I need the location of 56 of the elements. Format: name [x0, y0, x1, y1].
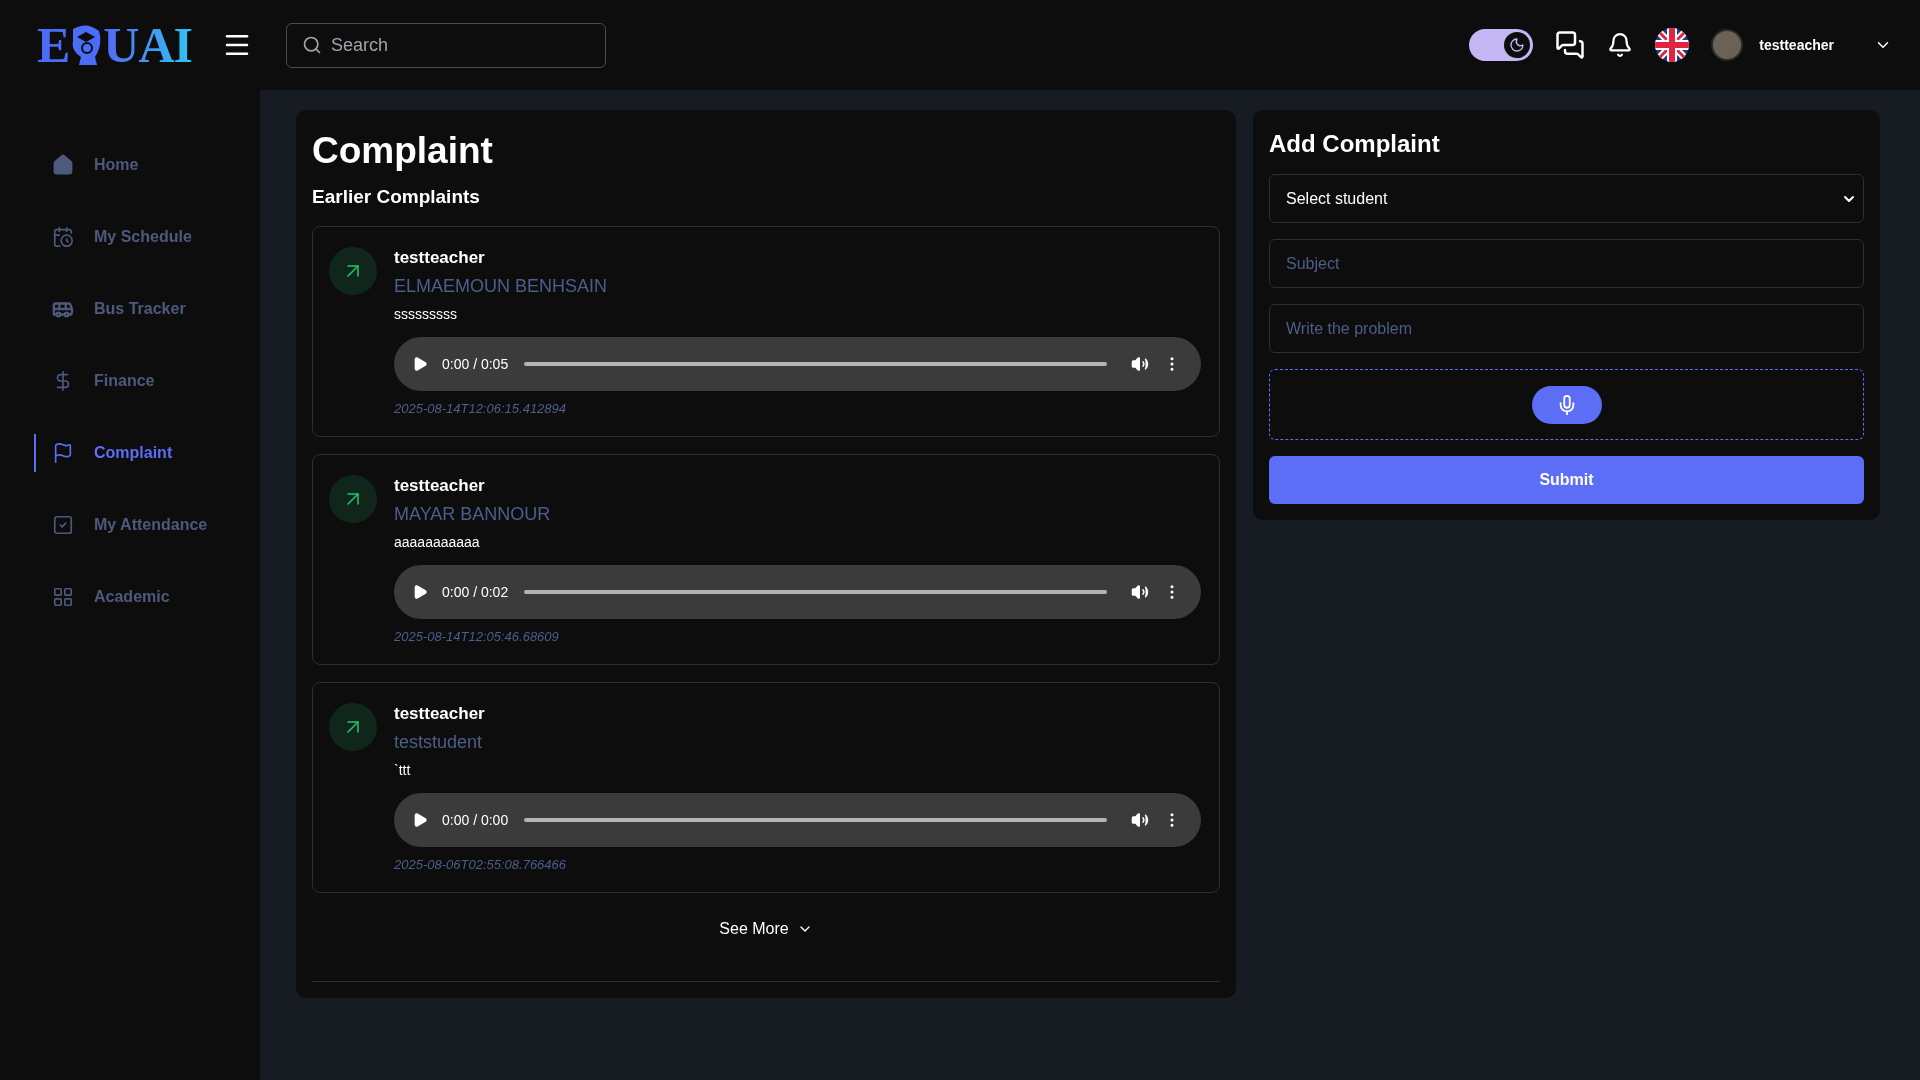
timestamp: 2025-08-06T02:55:08.766466	[394, 857, 568, 872]
grid-icon	[52, 586, 74, 608]
student-name: teststudent	[394, 731, 484, 753]
audio-track[interactable]	[524, 362, 1107, 366]
arrow-up-right-icon	[329, 475, 377, 523]
play-icon[interactable]	[412, 584, 428, 600]
student-name: ELMAEMOUN BENHSAIN	[394, 275, 609, 297]
author-name: testteacher	[394, 475, 486, 497]
complaint-text: sssssssss	[394, 305, 458, 323]
sidebar-item[interactable]: Academic	[34, 578, 260, 616]
audio-track[interactable]	[524, 590, 1107, 594]
flag-icon	[52, 442, 74, 464]
moon-icon	[1509, 37, 1526, 53]
author-name: testteacher	[394, 703, 486, 725]
subject-field[interactable]: Subject	[1269, 239, 1864, 288]
volume-icon[interactable]	[1131, 583, 1149, 601]
audio-time: 0:00 / 0:00	[442, 812, 509, 828]
play-icon[interactable]	[412, 812, 428, 828]
user-name[interactable]: testteacher	[1759, 37, 1834, 53]
audio-time: 0:00 / 0:05	[442, 356, 509, 372]
sidebar-item[interactable]: Bus Tracker	[34, 290, 260, 328]
search-icon	[302, 34, 323, 55]
volume-icon[interactable]	[1131, 355, 1149, 373]
theme-toggle[interactable]	[1469, 29, 1534, 61]
sidebar-item[interactable]: Home	[34, 146, 260, 184]
sidebar-item[interactable]: My Attendance	[34, 506, 260, 544]
section-title: Earlier Complaints	[312, 186, 481, 208]
student-select[interactable]: Select student	[1269, 174, 1864, 223]
play-icon[interactable]	[412, 356, 428, 372]
calendar-clock-icon	[52, 226, 74, 248]
search-field[interactable]: Search	[286, 22, 607, 68]
microphone-button[interactable]	[1531, 385, 1602, 424]
timestamp: 2025-08-14T12:05:46.68609	[394, 629, 560, 644]
submit-button[interactable]: Submit	[1269, 456, 1864, 504]
avatar[interactable]	[1711, 29, 1744, 61]
author-name: testteacher	[394, 247, 486, 269]
problem-field[interactable]: Write the problem	[1269, 304, 1864, 353]
volume-icon[interactable]	[1131, 811, 1149, 829]
flag-icon[interactable]	[1655, 28, 1690, 62]
see-more-button[interactable]: See More	[713, 919, 819, 939]
bell-icon[interactable]	[1607, 32, 1634, 58]
student-name: MAYAR BANNOUR	[394, 503, 552, 525]
complaint-text: `ttt	[394, 761, 412, 779]
sidebar-item[interactable]: My Schedule	[34, 218, 260, 256]
chat-icon[interactable]	[1555, 30, 1586, 60]
page-title: Complaint	[312, 130, 494, 172]
home-icon	[52, 154, 74, 176]
audio-time: 0:00 / 0:02	[442, 584, 509, 600]
complaint-text: aaaaaaaaaaa	[394, 533, 481, 551]
audio-track[interactable]	[524, 818, 1107, 822]
form-title: Add Complaint	[1269, 130, 1441, 158]
sidebar-item[interactable]: Finance	[34, 362, 260, 400]
checkbox-icon	[52, 514, 74, 536]
timestamp: 2025-08-14T12:06:15.412894	[394, 401, 568, 416]
arrow-up-right-icon	[329, 247, 377, 295]
arrow-up-right-icon	[329, 703, 377, 751]
